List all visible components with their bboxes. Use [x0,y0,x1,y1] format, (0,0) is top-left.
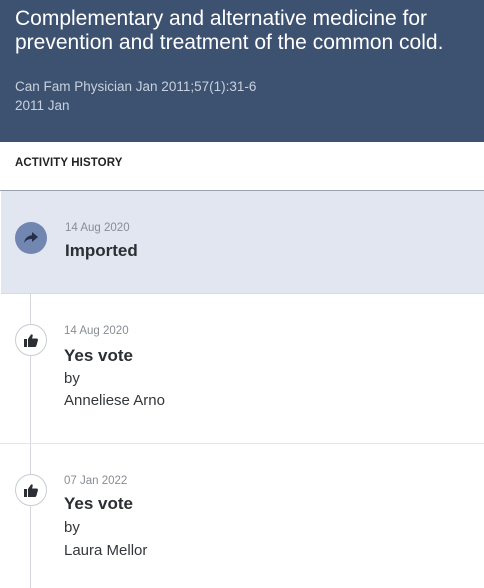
activity-action: Yes vote [64,346,133,365]
activity-entry-vote: 14 Aug 2020 Yes vote by Anneliese Arno [0,294,484,444]
activity-entry-imported: 14 Aug 2020 Imported [1,191,484,294]
activity-actor[interactable]: Anneliese Arno [64,392,165,409]
thumbs-up-icon [15,474,47,506]
activity-action: Imported [65,241,138,260]
activity-action: Yes vote [64,494,133,513]
record-pub-date: 2011 Jan [15,98,70,113]
thumbs-up-icon [15,324,47,356]
activity-actor[interactable]: Laura Mellor [64,542,147,559]
activity-page: Complementary and alternative medicine f… [0,0,484,588]
activity-date: 14 Aug 2020 [64,325,129,337]
activity-by-label: by [64,370,80,387]
activity-history-heading: ACTIVITY HISTORY [15,157,123,169]
share-arrow-icon [15,222,47,254]
record-citation: Can Fam Physician Jan 2011;57(1):31-6 [15,79,257,94]
record-header: Complementary and alternative medicine f… [0,0,484,142]
activity-by-label: by [64,519,80,536]
activity-date: 07 Jan 2022 [64,475,128,487]
record-title: Complementary and alternative medicine f… [15,7,444,54]
activity-date: 14 Aug 2020 [65,222,130,234]
activity-entry-vote: 07 Jan 2022 Yes vote by Laura Mellor [0,444,484,588]
